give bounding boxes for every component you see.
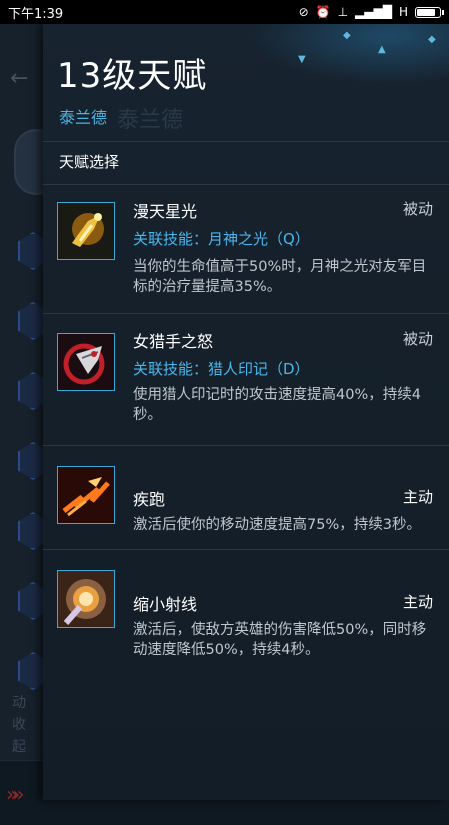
sparkle-icon: ◆ [428,34,436,45]
network-type-label: H [398,5,408,19]
talent-description: 激活后使你的移动速度提高75%，持续3秒。 [133,517,421,533]
talent-item[interactable]: 女猎手之怒 被动 关联技能：猎人印记（D） 使用猎人印记时的攻击速度提高40%，… [43,313,449,446]
huntress-fury-icon [57,333,115,391]
talent-name: 漫天星光 [133,202,198,221]
talent-type: 主动 [402,593,433,611]
hero-name: 泰兰德 [59,108,108,127]
talent-item[interactable]: 疾跑 主动 激活后使你的移动速度提高75%，持续3秒。 [43,445,449,550]
talent-name: 缩小射线 [133,595,198,614]
shrink-ray-icon [57,570,115,628]
talent-item[interactable]: 漫天星光 被动 关联技能：月神之光（Q） 当你的生命值高于50%时，月神之光对友… [43,185,449,314]
talent-type: 被动 [402,200,433,218]
talent-linked-skill: 关联技能：猎人印记（D） [133,360,310,378]
sparkle-icon: ▲ [378,44,386,55]
sprint-icon [57,466,115,524]
battery-icon [415,6,444,18]
talent-description: 当你的生命值高于50%时，月神之光对友军目标的治疗量提高35%。 [133,259,427,295]
page-title: 13级天赋 [57,56,208,96]
collapse-label[interactable]: 动 收 起 [12,692,34,758]
talent-linked-skill: 关联技能：月神之光（Q） [133,230,310,248]
status-icons: ⊘ ⏰ ⊥ ▂▄▆█ H [298,5,444,19]
status-time: 下午1:39 [8,6,64,22]
signal-icon: ⊥ [337,5,349,19]
alarm-icon: ⏰ [315,5,331,19]
status-bar: 下午1:39 ⊘ ⏰ ⊥ ▂▄▆█ H [0,0,449,24]
hero-name-background: 泰兰德 [117,108,184,133]
talent-description: 使用猎人印记时的攻击速度提高40%，持续4秒。 [133,387,421,423]
back-arrow-icon[interactable]: ← [10,66,28,91]
talent-description: 激活后，使敌方英雄的伤害降低50%，同时移动速度降低50%，持续4秒。 [133,622,427,658]
talent-type: 被动 [402,330,433,348]
sparkle-icon: ▼ [298,54,306,65]
signal-bars-icon: ▂▄▆█ [355,5,392,19]
section-label: 天赋选择 [59,153,120,171]
talent-item[interactable]: 缩小射线 主动 激活后，使敌方英雄的伤害降低50%，同时移动速度降低50%，持续… [43,549,449,669]
talent-name: 疾跑 [133,490,166,509]
starlight-icon [57,202,115,260]
talent-type: 主动 [402,488,433,506]
divider [43,141,449,142]
talent-name: 女猎手之怒 [133,332,214,351]
sparkle-icon: ◆ [343,30,351,41]
talent-drawer: ◆ ▲ ◆ ▼ 13级天赋 泰兰德 泰兰德 天赋选择 漫天星光 被动 关联技能：… [43,24,449,800]
alarm-off-icon: ⊘ [298,5,309,19]
double-chevron-icon[interactable]: »» [6,782,25,806]
